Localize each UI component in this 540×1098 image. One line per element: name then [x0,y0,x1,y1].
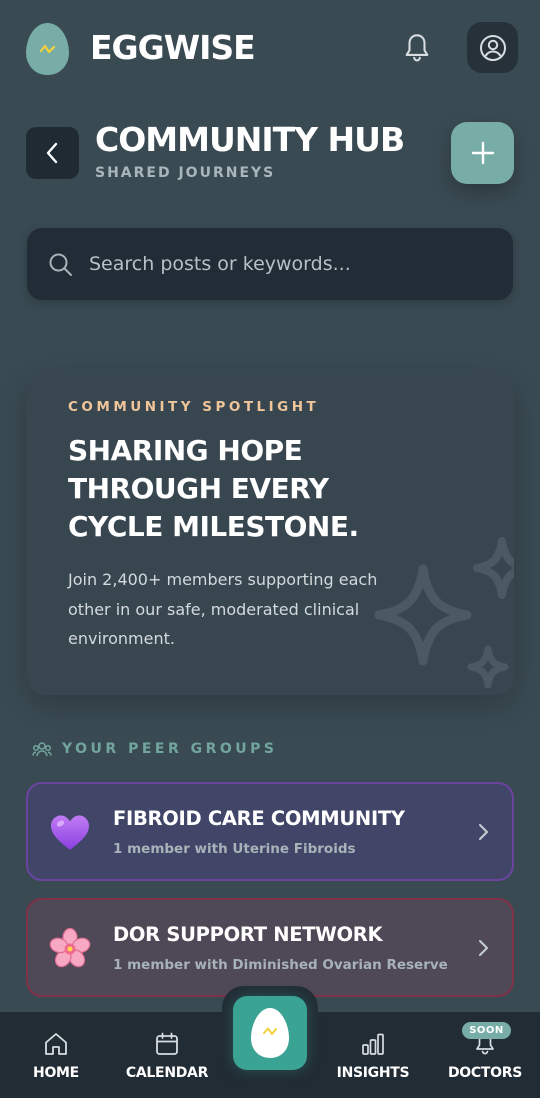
chevron-right-icon [479,824,488,840]
spotlight-headline: SHARING HOPE THROUGH EVERY CYCLE MILESTO… [68,434,359,543]
nav-calendar[interactable]: CALENDAR [117,1012,217,1098]
logo-egg-icon [26,23,69,75]
group-member-count: 1 member with Diminished Ovarian Reserve [113,957,448,973]
community-spotlight-card[interactable]: COMMUNITY SPOTLIGHT SHARING HOPE THROUGH… [27,372,514,695]
search-icon [49,253,72,276]
group-card-fibroid[interactable]: FIBROID CARE COMMUNITY 1 member with Ute… [26,782,514,881]
group-card-dor[interactable]: DOR SUPPORT NETWORK 1 member with Dimini… [26,898,514,997]
nav-insights[interactable]: INSIGHTS [323,1012,423,1098]
purple-heart-icon [48,811,92,855]
center-egg-button[interactable] [233,996,307,1070]
notification-button[interactable] [400,30,434,66]
page-title: COMMUNITY HUB [95,120,405,159]
peer-groups-heading: YOUR PEER GROUPS [32,740,278,758]
sparkles-icon [374,537,514,689]
user-circle-icon [479,34,506,61]
bar-chart-icon [362,1033,384,1055]
nav-home[interactable]: HOME [6,1012,106,1098]
app-title: EGGWISE [90,28,256,67]
calendar-icon [156,1032,178,1055]
chevron-right-icon [479,940,488,956]
spotlight-description: Join 2,400+ members supporting each othe… [68,570,378,648]
group-name: FIBROID CARE COMMUNITY [113,807,405,830]
group-name: DOR SUPPORT NETWORK [113,923,383,946]
page-subtitle: SHARED JOURNEYS [95,165,276,181]
users-icon [32,742,52,757]
peer-groups-title: YOUR PEER GROUPS [62,741,278,757]
nav-label: CALENDAR [125,1065,209,1081]
nav-label: DOCTORS [447,1065,522,1081]
egg-icon [251,1008,289,1058]
back-button[interactable] [26,127,79,179]
nav-label: HOME [33,1065,79,1081]
add-post-button[interactable] [451,122,514,184]
plus-icon [471,141,494,165]
home-icon [45,1033,67,1055]
nav-label: INSIGHTS [336,1065,410,1081]
search-input[interactable] [89,246,489,282]
soon-badge: SOON [462,1022,511,1039]
bell-icon [405,34,429,62]
chevron-left-icon [46,142,57,164]
cherry-blossom-icon [48,927,92,971]
app-header: EGGWISE [0,0,540,96]
spotlight-label: COMMUNITY SPOTLIGHT [68,399,320,415]
group-member-count: 1 member with Uterine Fibroids [113,841,356,857]
search-bar[interactable] [27,228,513,300]
profile-button[interactable] [467,22,518,73]
